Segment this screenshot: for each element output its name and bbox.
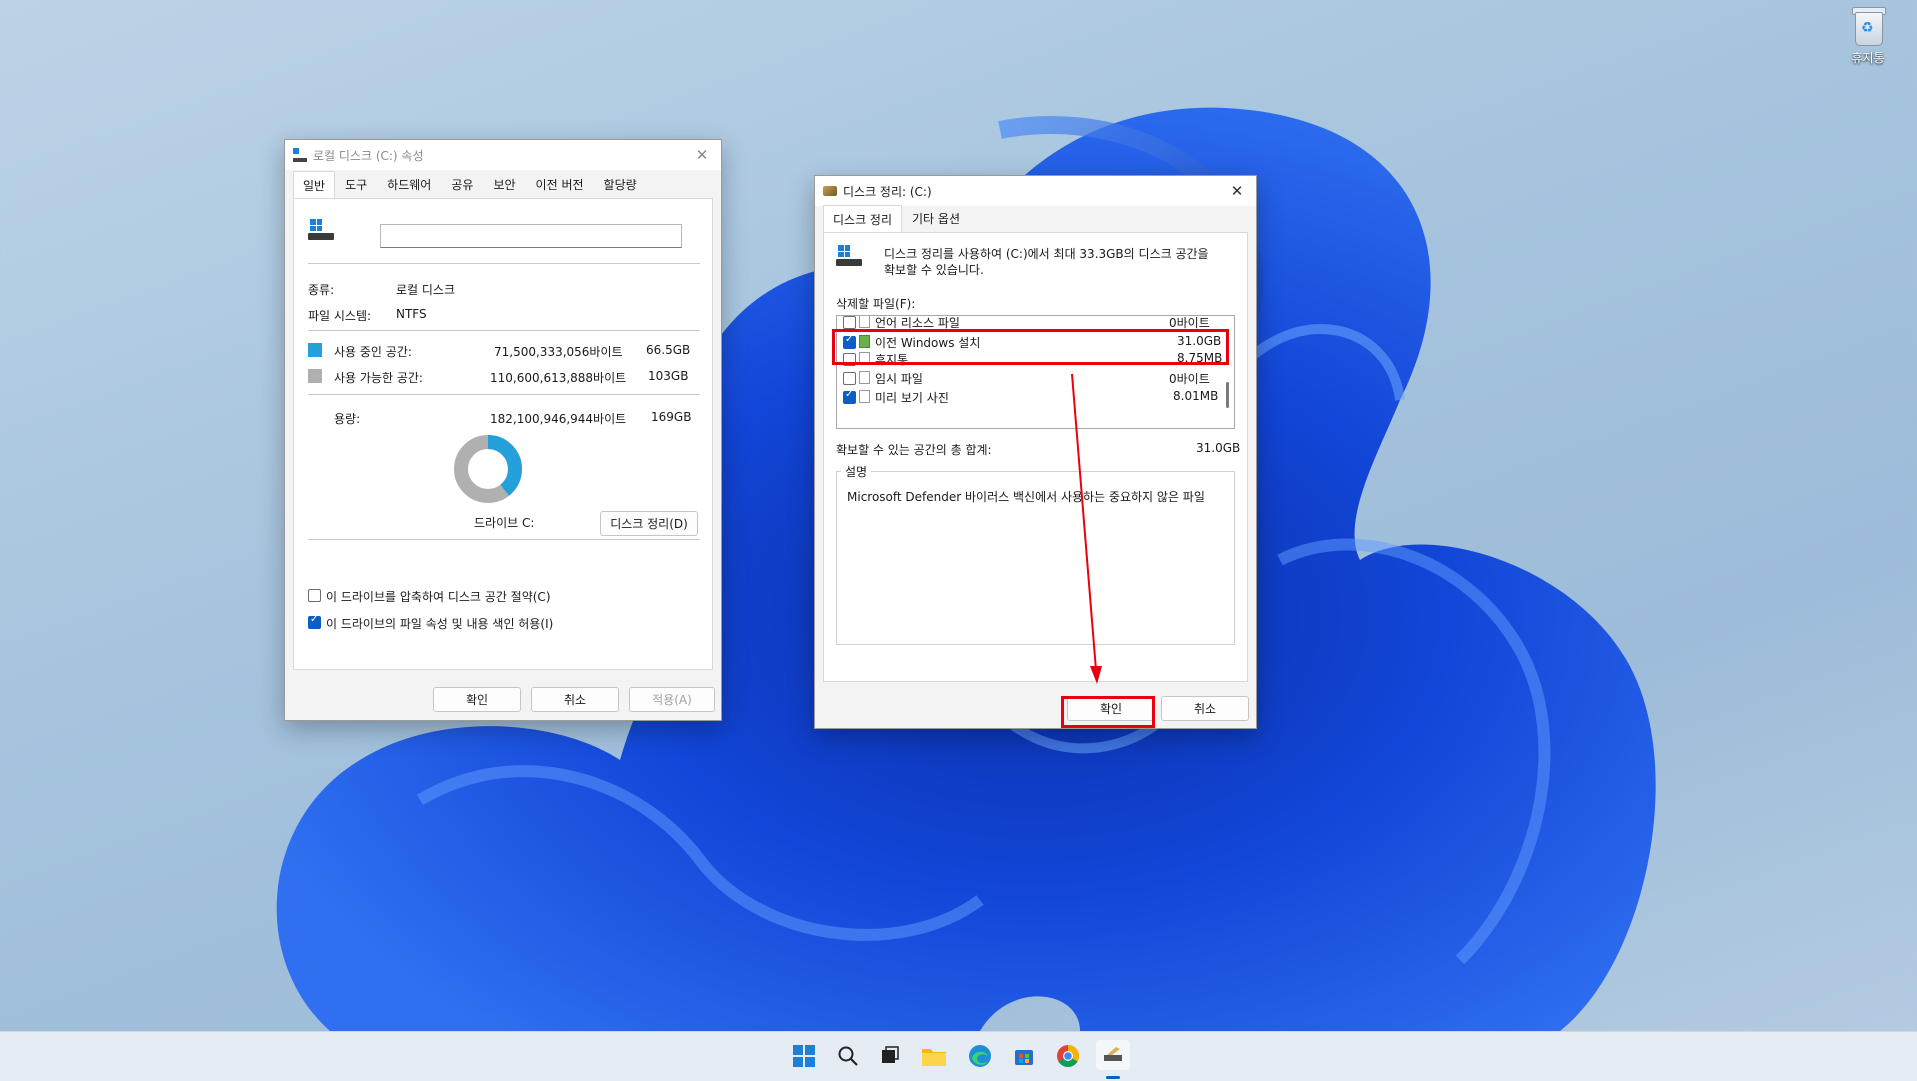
- type-value: 로컬 디스크: [396, 283, 456, 297]
- drive-label: 드라이브 C:: [474, 516, 535, 530]
- free-space-swatch: [308, 369, 322, 383]
- intro-line-1: 디스크 정리를 사용하여 (C:)에서 최대 33.3GB의 디스크 공간을: [884, 247, 1209, 261]
- used-space-bytes: 71,500,333,056바이트: [494, 345, 623, 359]
- intro-line-2: 확보할 수 있습니다.: [884, 263, 984, 277]
- file-explorer-icon[interactable]: [920, 1042, 948, 1070]
- apply-button[interactable]: 적용(A): [629, 687, 715, 712]
- file-icon: [859, 371, 870, 384]
- used-space-swatch: [308, 343, 322, 357]
- tab-previous-versions[interactable]: 이전 버전: [526, 170, 594, 198]
- tab-general[interactable]: 일반: [293, 171, 336, 198]
- file-icon: [859, 390, 870, 403]
- window-title: 로컬 디스크 (C:) 속성: [313, 148, 424, 163]
- filesystem-value: NTFS: [396, 307, 427, 321]
- index-label: 이 드라이브의 파일 속성 및 내용 색인 허용(I): [326, 617, 554, 631]
- cancel-button[interactable]: 취소: [1161, 696, 1249, 721]
- tab-disk-cleanup[interactable]: 디스크 정리: [823, 205, 903, 232]
- recycle-bin-icon: ♻: [1851, 6, 1886, 46]
- tab-strip: 디스크 정리 기타 옵션: [815, 204, 1256, 232]
- free-space-size: 103GB: [648, 369, 689, 383]
- tab-security[interactable]: 보안: [483, 170, 525, 198]
- start-icon[interactable]: [790, 1042, 818, 1070]
- total-space-value: 31.0GB: [1196, 441, 1241, 455]
- usage-donut-chart: [454, 435, 522, 503]
- description-legend: 설명: [841, 463, 872, 480]
- list-item-checkbox[interactable]: [843, 316, 856, 329]
- taskbar: [0, 1031, 1917, 1081]
- tab-quota[interactable]: 할당량: [594, 170, 647, 198]
- highlight-previous-windows-row: [832, 329, 1229, 365]
- chrome-icon[interactable]: [1054, 1042, 1082, 1070]
- total-space-label: 확보할 수 있는 공간의 총 합계:: [836, 443, 992, 457]
- title-bar[interactable]: 로컬 디스크 (C:) 속성 ✕: [285, 140, 721, 170]
- list-scrollbar-thumb[interactable]: [1226, 382, 1229, 408]
- recycle-bin-desktop-icon[interactable]: ♻ 휴지통: [1836, 6, 1900, 66]
- drive-icon: [308, 219, 336, 243]
- tab-sharing[interactable]: 공유: [441, 170, 483, 198]
- close-icon[interactable]: ✕: [691, 144, 713, 166]
- active-app-indicator: [1106, 1076, 1120, 1079]
- tab-tools[interactable]: 도구: [335, 170, 377, 198]
- index-checkbox[interactable]: [308, 614, 321, 629]
- close-icon[interactable]: ✕: [1226, 180, 1248, 202]
- cancel-button[interactable]: 취소: [531, 687, 619, 712]
- drive-properties-window: 로컬 디스크 (C:) 속성 ✕ 일반 도구 하드웨어 공유 보안 이전 버전 …: [284, 139, 722, 721]
- drive-icon: [836, 245, 864, 269]
- recycle-bin-label: 휴지통: [1851, 51, 1885, 65]
- annotation-arrow: [1071, 373, 1102, 684]
- task-view-icon[interactable]: [876, 1042, 904, 1070]
- list-item[interactable]: 언어 리소스 파일 0바이트: [837, 316, 1210, 330]
- list-item-checkbox[interactable]: [843, 389, 856, 404]
- store-icon[interactable]: [1010, 1042, 1038, 1070]
- list-item-name: 미리 보기 사진: [875, 391, 949, 405]
- files-to-delete-label: 삭제할 파일(F):: [836, 297, 916, 311]
- disk-cleanup-button[interactable]: 디스크 정리(D): [600, 511, 698, 536]
- compress-checkbox[interactable]: [308, 589, 321, 602]
- list-item-size: 8.01MB: [1173, 389, 1219, 403]
- tab-strip: 일반 도구 하드웨어 공유 보안 이전 버전 할당량: [285, 170, 721, 198]
- highlight-ok-button: [1061, 696, 1155, 728]
- compress-label: 이 드라이브를 압축하여 디스크 공간 절약(C): [326, 590, 551, 604]
- disk-cleanup-panel: 디스크 정리를 사용하여 (C:)에서 최대 33.3GB의 디스크 공간을 확…: [823, 232, 1248, 682]
- description-text: Microsoft Defender 바이러스 백신에서 사용하는 중요하지 않…: [847, 490, 1205, 504]
- drive-small-icon: [293, 148, 307, 162]
- used-space-label: 사용 중인 공간:: [334, 345, 412, 359]
- type-label: 종류:: [308, 283, 335, 297]
- disk-cleanup-window: 디스크 정리: (C:) ✕ 디스크 정리 기타 옵션 디스크 정리를 사용하여…: [814, 175, 1257, 729]
- capacity-size: 169GB: [651, 410, 692, 424]
- filesystem-label: 파일 시스템:: [308, 309, 372, 323]
- title-bar[interactable]: 디스크 정리: (C:) ✕: [815, 176, 1256, 206]
- tab-more-options[interactable]: 기타 옵션: [902, 204, 970, 232]
- list-item-checkbox[interactable]: [843, 372, 856, 385]
- search-icon[interactable]: [834, 1042, 862, 1070]
- file-icon: [859, 316, 870, 328]
- capacity-label: 용량:: [334, 412, 361, 426]
- free-space-label: 사용 가능한 공간:: [334, 371, 423, 385]
- ok-button[interactable]: 확인: [433, 687, 521, 712]
- general-panel: 종류: 로컬 디스크 파일 시스템: NTFS 사용 중인 공간: 71,500…: [293, 198, 713, 670]
- free-space-bytes: 110,600,613,888바이트: [490, 371, 627, 385]
- drive-name-field[interactable]: [380, 224, 682, 248]
- window-title: 디스크 정리: (C:): [843, 184, 932, 199]
- disk-cleanup-icon[interactable]: [1096, 1040, 1130, 1070]
- capacity-bytes: 182,100,946,944바이트: [490, 412, 627, 426]
- used-space-size: 66.5GB: [646, 343, 691, 357]
- edge-icon[interactable]: [966, 1042, 994, 1070]
- description-group: 설명 Microsoft Defender 바이러스 백신에서 사용하는 중요하…: [836, 463, 1235, 645]
- disk-cleanup-small-icon: [823, 186, 837, 196]
- list-item-size: 0바이트: [1169, 372, 1210, 386]
- tab-hardware[interactable]: 하드웨어: [377, 170, 441, 198]
- list-item-name: 임시 파일: [875, 372, 923, 386]
